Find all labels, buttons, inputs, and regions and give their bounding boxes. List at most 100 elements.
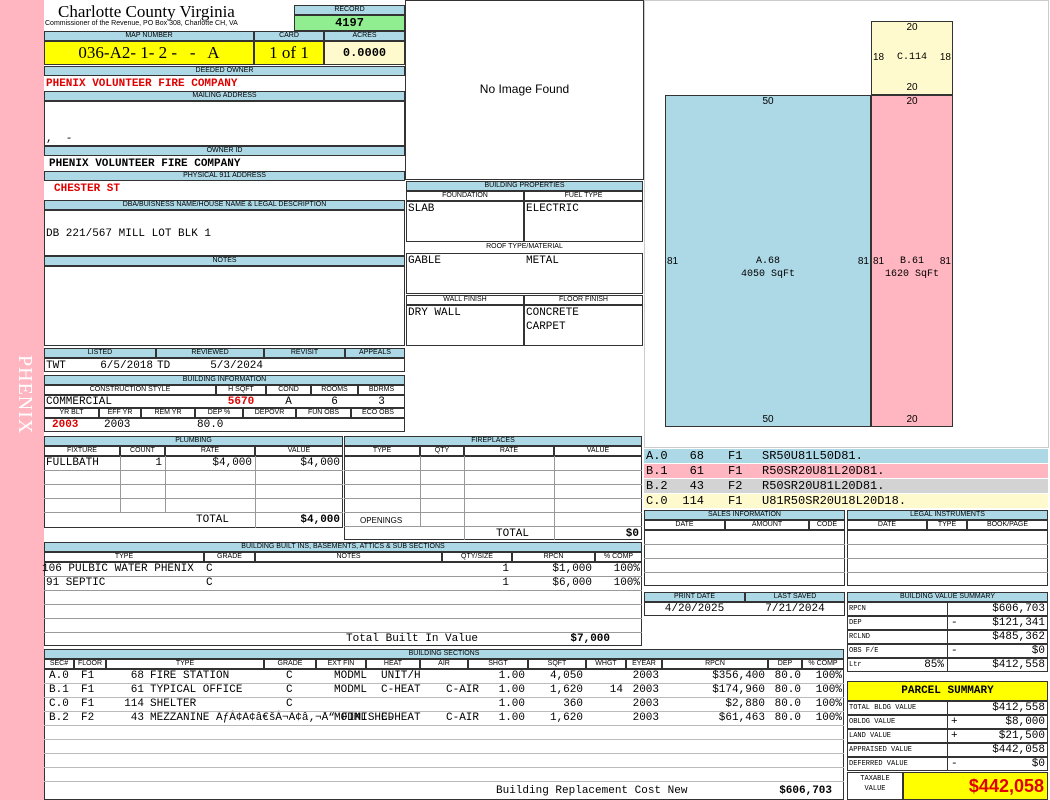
count-label: COUNT [120,446,165,456]
plumbing-row-line [44,512,343,513]
parcel-summary-divider [947,757,948,771]
sections-row-line [44,711,844,712]
builtins-grade-label: GRADE [204,552,255,562]
depovr-label: DEPOVR [243,408,296,418]
bdrms-value: 3 [378,396,385,408]
fp-row-line [344,498,642,499]
sketch-b-label: B.61 [899,256,924,267]
legend-code: 114 [682,494,704,508]
section-code: 61 [130,684,144,696]
value-summary-label: RPCN [849,605,866,613]
sketch-a-sqft: 4050 SqFt [740,269,795,280]
card-label: CARD [254,31,324,41]
section-floor: F1 [81,698,95,710]
map-number: 036-A2- 1- 2 - - A [44,41,254,65]
appeals-label: APPEALS [345,348,405,358]
hsqft-value: 5670 [227,396,255,408]
sketch-b-sqft: 1620 SqFt [884,269,939,280]
section-type: TYPICAL OFFICE [150,684,243,696]
legend-path: SR50U81L50D81. [762,449,863,463]
section-shgt: 1.00 [498,670,525,682]
fuel-type-label: FUEL TYPE [524,191,643,201]
builtins-qty-label: QTY/SIZE [442,552,512,562]
deeded-owner-label: DEEDED OWNER [44,66,405,76]
section-grade: C [286,670,293,682]
sketch-b-bottom: 20 [906,414,918,425]
card-value: 1 of 1 [254,41,324,65]
section-rpcn: $2,880 [725,698,765,710]
section-floor: F2 [81,712,95,724]
section-heat: UNIT/H [381,670,421,682]
sketch-c-label: C.114 [896,52,927,63]
value-summary-divider [947,630,948,644]
bdrms-label: BDRMS [358,385,405,395]
cond-value: A [285,396,292,408]
dep-label: DEP % [195,408,243,418]
reviewed-by: TD [157,360,171,372]
construction-value: COMMERCIAL [46,396,113,408]
parcel-summary-label: APPRAISED VALUE [849,746,913,754]
value-summary-title: BUILDING VALUE SUMMARY [847,592,1048,602]
legend-row: B.2 43 F2 R50SR20U81L20D81. [644,479,1048,494]
record-label: RECORD [294,5,405,15]
sections-col-heat: HEAT [366,659,420,669]
sections-col-floor: FLOOR [74,659,106,669]
value-summary-divider [947,616,948,630]
section-eyear: 2003 [632,698,659,710]
listed-by: TWT [46,360,66,372]
roof-material: METAL [526,255,560,267]
section-eyear: 2003 [632,712,659,724]
parcel-summary-divider [947,715,948,729]
sections-col-air: AIR [420,659,468,669]
sales-code-label: CODE [809,520,845,530]
sections-row-line [44,725,844,726]
sections-total: $606,703 [779,785,832,797]
fixture-label: FIXTURE [44,446,120,456]
building-info-title: BUILDING INFORMATION [44,375,405,385]
section-eyear: 2003 [632,670,659,682]
parcel-summary-value: $442,058 [992,744,1045,756]
section-dep: 80.0 [774,684,801,696]
section-rpcn: $61,463 [718,712,765,724]
section-shgt: 1.00 [498,712,525,724]
builtins-row-grade: C [206,577,213,589]
section-sqft: 1,620 [549,684,583,696]
legal-row-line [847,558,1048,559]
legend-path: R50SR20U81L20D81. [762,464,885,478]
builtins-type-label: TYPE [44,552,204,562]
fp-row-line [344,512,642,513]
legend-floor: F1 [728,464,743,478]
building-info-row-2 [44,418,405,432]
section-code: 114 [124,698,144,710]
section-dep: 80.0 [774,698,801,710]
builtins-row-comp: 100% [613,563,640,575]
section-rpcn: $356,400 [712,670,765,682]
section-sqft: 4,050 [549,670,583,682]
value-summary-value: $485,362 [992,631,1045,643]
fp-type-label: TYPE [344,446,420,456]
legal-description-label: DBA/BUISNESS NAME/HOUSE NAME & LEGAL DES… [44,200,405,210]
section-ext: MODML [334,712,368,724]
legend-code: 68 [689,449,704,463]
legend-row: A.0 68 F1 SR50U81L50D81. [644,449,1048,464]
sales-row-line [644,558,845,559]
section-sec: A.0 [49,670,69,682]
value-summary-divider [947,658,948,672]
sections-col-dep: DEP [768,659,802,669]
map-number-label: MAP NUMBER [44,31,254,41]
fp-openings-label: OPENINGS [360,516,403,525]
sections-row-line [44,767,844,768]
legal-title: LEGAL INSTRUMENTS [847,510,1048,520]
builtins-row-rpcn: $1,000 [552,563,592,575]
sections-row-line [44,697,844,698]
legend-path: R50SR20U81L20D81. [762,479,885,493]
construction-label: CONSTRUCTION STYLE [44,385,216,395]
effyr-value: 2003 [104,419,131,431]
roof-label: ROOF TYPE/MATERIAL [406,243,643,253]
section-sqft: 1,620 [549,712,583,724]
foundation-value: SLAB [408,203,435,215]
legend-code: 43 [689,479,704,493]
builtins-total-label: Total Built In Value [346,633,479,645]
ecoobs-label: ECO OBS [351,408,405,418]
sidebar-label: PHENIX [13,355,36,434]
